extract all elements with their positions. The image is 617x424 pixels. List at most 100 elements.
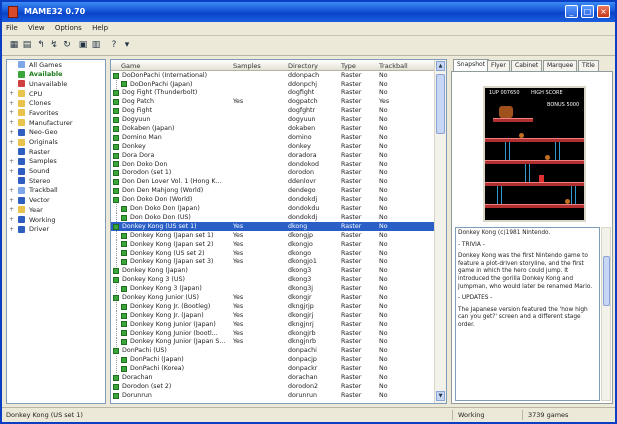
table-row[interactable]: Donkey Kong 3 (US) dkong3 Raster No <box>111 275 436 284</box>
refresh-icon[interactable]: ▣ <box>77 39 89 51</box>
col-samples[interactable]: Samples <box>233 62 261 70</box>
expand-icon[interactable]: + <box>9 197 16 204</box>
col-game[interactable]: Game <box>121 62 140 70</box>
table-row[interactable]: Don Doko Don (Japan) dondokdu Raster No <box>111 204 436 214</box>
history-scroll-thumb[interactable] <box>603 256 610 306</box>
minimize-button[interactable]: _ <box>565 5 578 18</box>
history-scrollbar[interactable] <box>601 227 611 401</box>
help-icon[interactable]: ? <box>108 39 120 51</box>
game-list[interactable]: Game Samples Directory Type Trackball Do… <box>110 59 447 404</box>
tree-item[interactable]: + Samples <box>7 157 105 167</box>
table-row[interactable]: Donkey Kong (Japan set 2) Yes dkongjo Raste… <box>111 239 436 249</box>
table-row[interactable]: DonPachi (US) donpachi Raster No <box>111 347 436 356</box>
tree-item[interactable]: + Clones <box>7 99 105 109</box>
menu-help[interactable]: Help <box>88 22 112 34</box>
title-bar[interactable]: MAME32 0.70 _ □ × <box>2 2 615 22</box>
table-row[interactable]: Dog Fight (Thunderbolt) dogfight Raster No <box>111 89 436 98</box>
list-scrollbar[interactable]: ▲ ▼ <box>434 60 446 403</box>
scroll-up-icon[interactable]: ▲ <box>436 61 445 71</box>
tab-marquee[interactable]: Marquee <box>543 60 578 71</box>
tree-item[interactable]: Available <box>7 70 105 80</box>
close-button[interactable]: × <box>597 5 610 18</box>
maximize-button[interactable]: □ <box>581 5 594 18</box>
small-icons-icon[interactable]: ▤ <box>21 39 33 51</box>
details-icon[interactable]: ↯ <box>48 39 60 51</box>
expand-icon[interactable]: + <box>9 119 16 126</box>
table-row[interactable]: Donkey donkey Raster No <box>111 142 436 151</box>
table-row[interactable]: Dog Fight dogfghtr Raster No <box>111 107 436 116</box>
tree-item[interactable]: + Favorites <box>7 108 105 118</box>
expand-icon[interactable]: + <box>9 206 16 213</box>
table-row[interactable]: Dorachan dorachan Raster No <box>111 373 436 382</box>
tree-item[interactable]: Unavailable <box>7 79 105 89</box>
table-row[interactable]: Dorodon (set 2) dorodon2 Raster No <box>111 382 436 391</box>
table-row[interactable]: Dorunrun dorunrun Raster No <box>111 391 436 400</box>
expand-icon[interactable]: + <box>9 216 16 223</box>
tab-title[interactable]: Title <box>578 60 599 71</box>
expand-icon[interactable]: + <box>9 158 16 165</box>
table-row[interactable]: Donkey Kong Junior (Japan) Yes dkngjnrj Ras… <box>111 319 436 329</box>
expand-icon[interactable]: + <box>9 139 16 146</box>
table-row[interactable]: Donkey Kong (US set 2) Yes dkongo Raster No <box>111 248 436 258</box>
expand-icon[interactable]: + <box>9 109 16 116</box>
table-row[interactable]: Donkey Kong (Japan) dkong3 Raster No <box>111 267 436 276</box>
table-row[interactable]: Donkey Kong Jr. (Japan) Yes dkongjrj Raster… <box>111 311 436 321</box>
table-row[interactable]: Don Doko Don (World) dondokdj Raster No <box>111 195 436 204</box>
table-row[interactable]: Donkey Kong (Japan set 1) Yes dkongjp Raste… <box>111 231 436 241</box>
expand-icon[interactable]: + <box>9 90 16 97</box>
expand-icon[interactable]: + <box>9 100 16 107</box>
col-directory[interactable]: Directory <box>288 62 318 70</box>
tree-item[interactable]: + Manufacturer <box>7 118 105 128</box>
scroll-thumb[interactable] <box>436 74 445 134</box>
table-row[interactable]: DonPachi (Japan) donpacjp Raster No <box>111 355 436 365</box>
tree-item[interactable]: + Vector <box>7 196 105 206</box>
table-row[interactable]: Don Den Lover Vol. 1 (Hong K... ddenlovr R… <box>111 178 436 187</box>
tree-item[interactable]: + Working <box>7 215 105 225</box>
expand-icon[interactable]: + <box>9 187 16 194</box>
table-row[interactable]: DonPachi (Korea) donpackr Raster No <box>111 364 436 374</box>
about-icon[interactable]: ▾ <box>121 39 133 51</box>
tree-item[interactable]: + Trackball <box>7 186 105 196</box>
grouped-icon[interactable]: ↻ <box>61 39 73 51</box>
table-row[interactable]: Donkey Kong Junior (bootl... Yes dkongjrb R… <box>111 328 436 338</box>
menu-options[interactable]: Options <box>51 22 86 34</box>
table-row[interactable]: Donkey Kong Jr. (Bootleg) Yes dkngjrjp Rast… <box>111 302 436 312</box>
find-icon[interactable]: ▥ <box>90 39 102 51</box>
tree-item[interactable]: All Games <box>7 60 105 70</box>
table-row[interactable]: DoDonPachi (International) ddonpach Raster… <box>111 71 436 80</box>
table-row[interactable]: Donkey Kong (Japan set 3) Yes dkongjo1 Rast… <box>111 257 436 267</box>
tree-item[interactable]: + Neo-Geo <box>7 128 105 138</box>
menu-file[interactable]: File <box>2 22 22 34</box>
table-row[interactable]: Don Doko Don (US) dondokdj Raster No <box>111 213 436 223</box>
table-row[interactable]: Dog Patch Yes dogpatch Raster Yes <box>111 98 436 107</box>
tree-item[interactable]: Raster <box>7 147 105 157</box>
tree-item[interactable]: Stereo <box>7 176 105 186</box>
tab-snapshot[interactable]: Snapshot <box>453 59 490 71</box>
folder-tree[interactable]: All Games Available Unavailable + CPU + Clones… <box>6 59 106 404</box>
table-row[interactable]: DoDonPachi (Japan) ddonpchj Raster No <box>111 79 436 89</box>
expand-icon[interactable]: + <box>9 168 16 175</box>
scroll-down-icon[interactable]: ▼ <box>436 391 445 401</box>
expand-icon[interactable]: + <box>9 226 16 233</box>
list-icon[interactable]: ↰ <box>35 39 47 51</box>
table-row[interactable]: Donkey Kong Junior (US) Yes dkongjr Raster N… <box>111 293 436 302</box>
tab-flyer[interactable]: Flyer <box>487 60 510 71</box>
tree-item[interactable]: + Year <box>7 205 105 215</box>
expand-icon[interactable]: + <box>9 129 16 136</box>
col-trackball[interactable]: Trackball <box>379 62 408 70</box>
table-row[interactable]: Dokaben (Japan) dokaben Raster No <box>111 124 436 133</box>
table-row[interactable]: Dorodon (set 1) dorodon Raster No <box>111 169 436 178</box>
table-row[interactable]: Dogyuun dogyuun Raster No <box>111 115 436 124</box>
table-row[interactable]: Donkey Kong Junior (Japan S... Yes dkngjnr… <box>111 337 436 347</box>
col-type[interactable]: Type <box>341 62 356 70</box>
table-row-selected[interactable]: Donkey Kong (US set 1) Yes dkong Raster No <box>111 222 436 232</box>
tab-cabinet[interactable]: Cabinet <box>511 60 543 71</box>
large-icons-icon[interactable]: ▦ <box>8 39 20 51</box>
table-row[interactable]: Don Den Mahjong (World) dendego Raster No <box>111 187 436 196</box>
tree-item[interactable]: + Originals <box>7 138 105 148</box>
table-row[interactable]: Dora Dora doradora Raster No <box>111 151 436 160</box>
menu-view[interactable]: View <box>24 22 49 34</box>
table-row[interactable]: Don Doko Don dondokod Raster No <box>111 160 436 169</box>
tree-item[interactable]: + CPU <box>7 89 105 99</box>
tree-item[interactable]: + Driver <box>7 225 105 235</box>
